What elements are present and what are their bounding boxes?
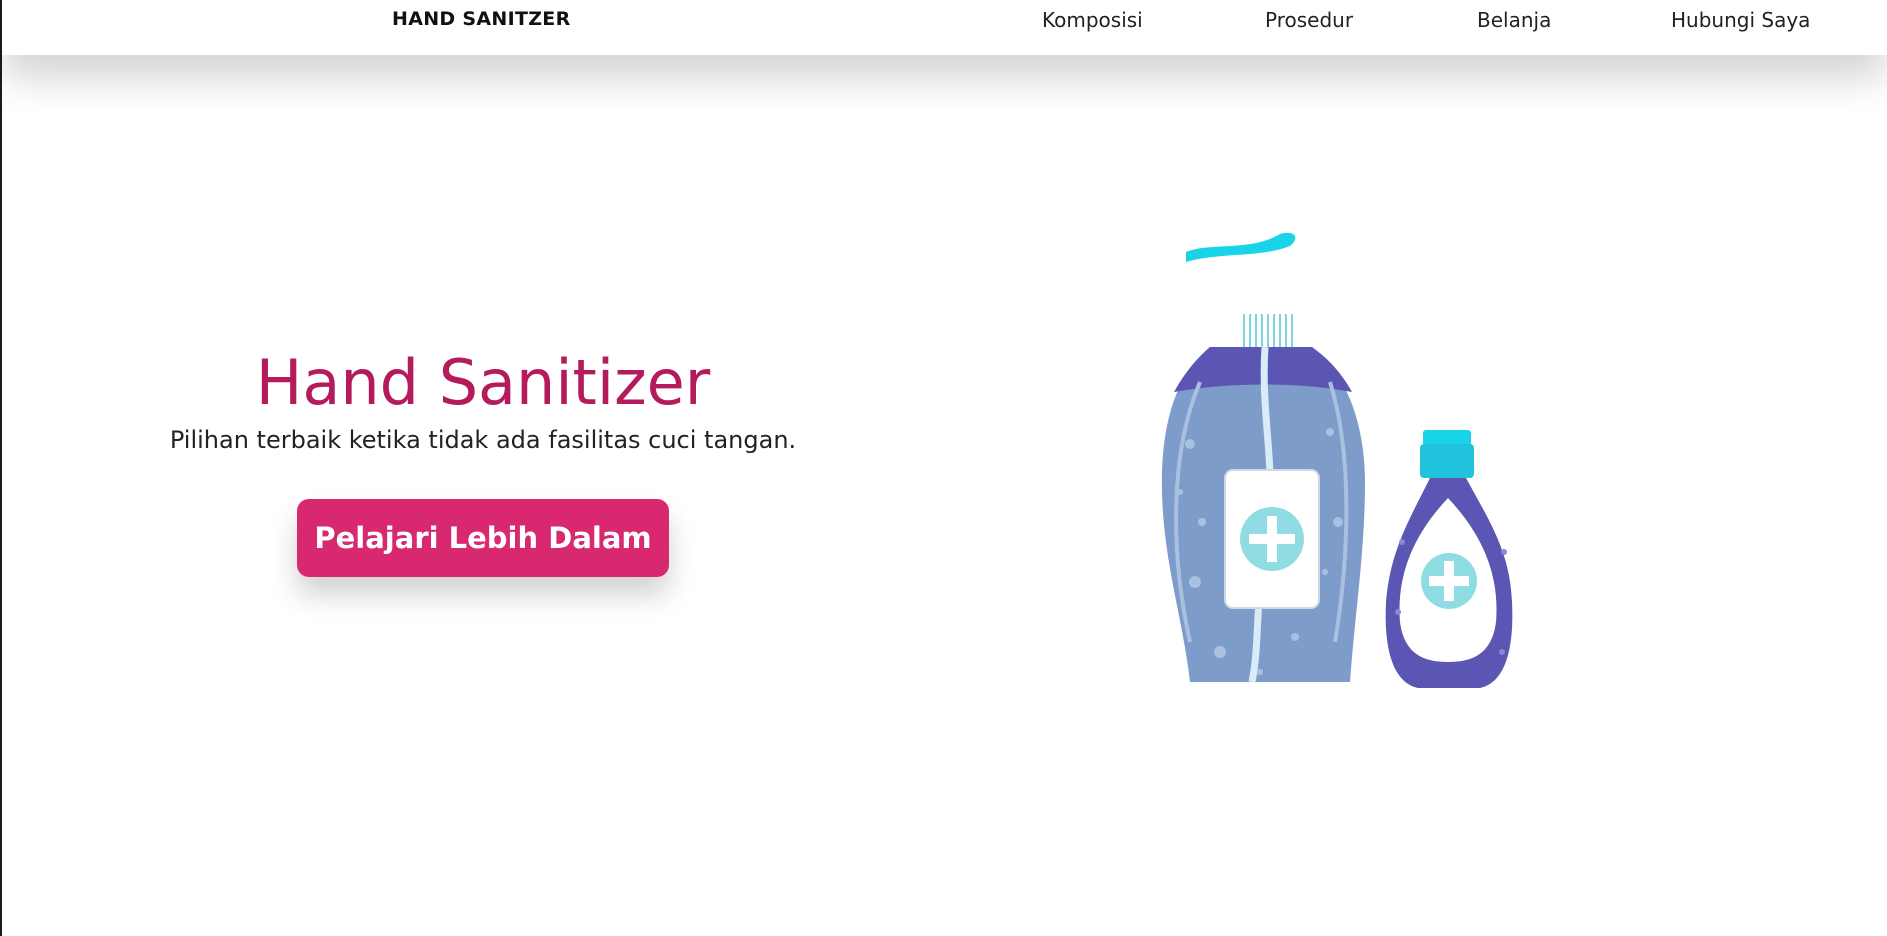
window-frame-edge	[0, 0, 2, 936]
nav-link-komposisi[interactable]: Komposisi	[1042, 8, 1143, 32]
hero-subtitle: Pilihan terbaik ketika tidak ada fasilit…	[169, 426, 797, 454]
brand-logo[interactable]: HAND SANITZER	[392, 8, 571, 30]
nav-link-prosedur[interactable]: Prosedur	[1265, 8, 1353, 32]
learn-more-button[interactable]: Pelajari Lebih Dalam	[297, 499, 669, 577]
nav-link-hubungi-saya[interactable]: Hubungi Saya	[1671, 8, 1810, 32]
top-navbar: HAND SANITZER Komposisi Prosedur Belanja…	[2, 0, 1887, 55]
nav-link-belanja[interactable]: Belanja	[1477, 8, 1551, 32]
hand-sanitizer-illustration	[1140, 222, 1540, 692]
hand-sanitizer-bottles-icon	[1161, 232, 1513, 688]
hero-title: Hand Sanitizer	[255, 346, 711, 419]
